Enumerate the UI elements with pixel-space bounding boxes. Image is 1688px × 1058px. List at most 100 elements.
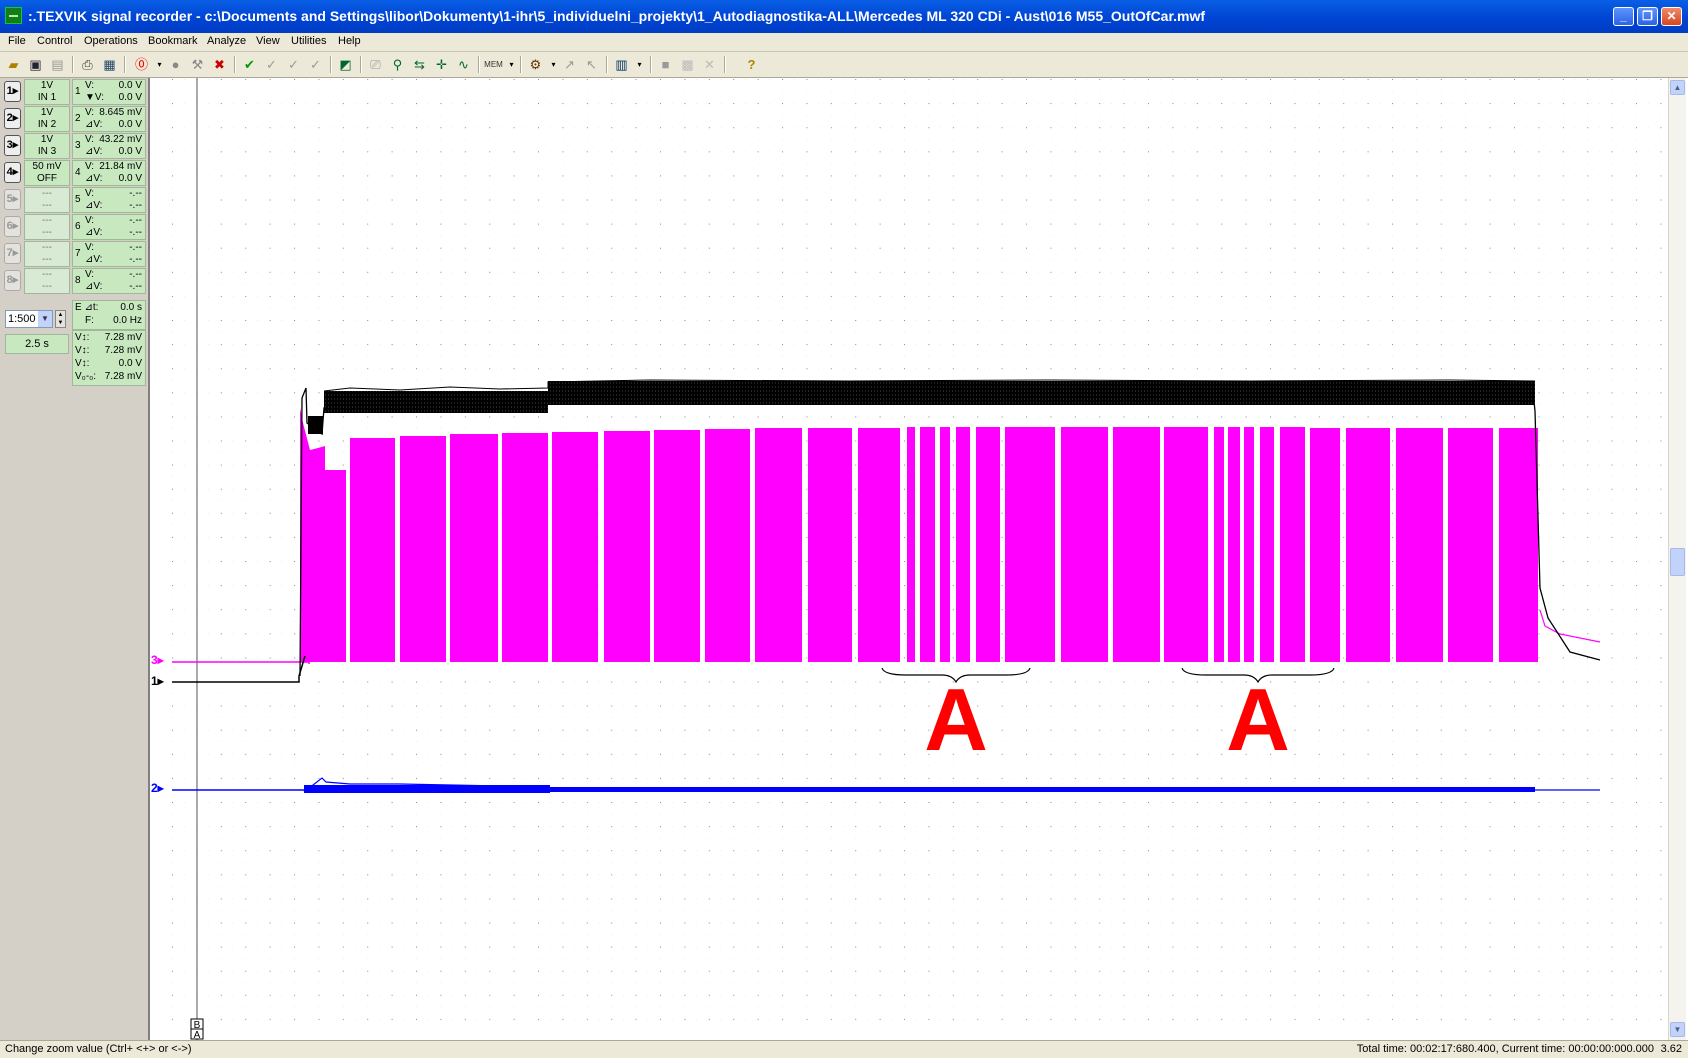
measure-dv-label: ⊿V:	[85, 281, 103, 292]
wave-analysis-icon[interactable]: ∿	[454, 55, 473, 74]
channel-1-label: 1	[6, 85, 13, 97]
scope-display[interactable]: 3▸ 1▸ 2▸ A A B A	[150, 78, 1668, 1040]
step-back-icon[interactable]: ↖	[582, 55, 601, 74]
timebase-value[interactable]: 2.5 s	[5, 334, 69, 354]
channel-1-button[interactable]: 1▸	[4, 81, 21, 102]
channel-3-range[interactable]: 1V IN 3	[24, 133, 70, 159]
menu-file[interactable]: File	[8, 35, 26, 47]
disabled-cross-icon[interactable]: ✕	[700, 55, 719, 74]
status-bar: Change zoom value (Ctrl+ <+> or <->) Tot…	[0, 1040, 1688, 1058]
cancel-tool-icon[interactable]: ✖	[210, 55, 229, 74]
menu-view[interactable]: View	[256, 35, 280, 47]
channel-7-range[interactable]: --- ---	[24, 241, 70, 267]
channel-4-button[interactable]: 4▸	[4, 162, 21, 183]
minimize-button[interactable]: _	[1613, 7, 1634, 26]
cursor-cross-icon[interactable]: ✛	[432, 55, 451, 74]
spin-up-icon[interactable]: ▲	[58, 312, 64, 318]
step-icon[interactable]: ↗	[560, 55, 579, 74]
channel-3-measure: 3 V: 43.22 mV ⊿V: 0.0 V	[72, 133, 146, 159]
volt-value: 0.0 V	[118, 358, 142, 369]
toolbar-separator	[520, 56, 522, 73]
channel-8-input: ---	[42, 281, 52, 292]
menu-control[interactable]: Control	[37, 35, 72, 47]
channel-2-button[interactable]: 2▸	[4, 108, 21, 129]
binoculars-icon[interactable]: ⚲	[388, 55, 407, 74]
export-icon[interactable]: ▦	[100, 55, 119, 74]
restore-button[interactable]: ❐	[1637, 7, 1658, 26]
channel-5-label: 5	[6, 193, 13, 205]
measure-num: 1	[75, 86, 81, 97]
dropdown-arrow-icon[interactable]: ▾	[630, 55, 649, 74]
channel-3-marker[interactable]: 3▸	[151, 653, 165, 667]
menu-analyze[interactable]: Analyze	[207, 35, 246, 47]
save-as-icon[interactable]: ▤	[48, 55, 67, 74]
scope-canvas[interactable]: 3▸ 1▸ 2▸ A A B A	[150, 78, 1668, 1040]
check-variant2-icon[interactable]: ✓	[284, 55, 303, 74]
channel-6-range[interactable]: --- ---	[24, 214, 70, 240]
measure-dv: -.--	[129, 200, 142, 211]
cursor-measure: E ⊿t: 0.0 s F: 0.0 Hz	[72, 300, 146, 330]
check-variant3-icon[interactable]: ✓	[306, 55, 325, 74]
measure-v-label: V:	[85, 242, 95, 253]
memory-icon[interactable]: MEM	[484, 55, 503, 74]
measure-v: -.--	[129, 269, 142, 280]
spin-down-icon[interactable]: ▼	[58, 320, 64, 326]
magenta-block	[350, 438, 395, 662]
vertical-scrollbar[interactable]: ▲ ▼	[1668, 78, 1686, 1040]
channel-8-button[interactable]: 8▸	[4, 270, 21, 291]
check-variant-icon[interactable]: ✓	[262, 55, 281, 74]
magenta-block	[858, 428, 900, 662]
channel-7-input: ---	[42, 254, 52, 265]
channel-2-marker[interactable]: 2▸	[151, 781, 165, 795]
channel-5-measure: 5 V: -.-- ⊿V: -.--	[72, 187, 146, 213]
channel-panel: 1▸ 1V IN 1 1 V: 0.0 V ▼V: 0.0 V 2▸ 1V IN 2…	[0, 78, 150, 1040]
measure-dv: -.--	[129, 281, 142, 292]
menu-help[interactable]: Help	[338, 35, 361, 47]
channel-4-range[interactable]: 50 mV OFF	[24, 160, 70, 186]
dropdown-arrow-icon[interactable]: ▾	[502, 55, 521, 74]
channel-2-range[interactable]: 1V IN 2	[24, 106, 70, 132]
magenta-block	[808, 428, 852, 662]
record-icon[interactable]: ●	[166, 55, 185, 74]
stop-square-icon[interactable]: ■	[656, 55, 675, 74]
print-icon[interactable]: ⎙	[78, 55, 97, 74]
measure-v-label: V:	[85, 134, 95, 145]
help-icon[interactable]: ?	[742, 55, 761, 74]
menu-bookmark[interactable]: Bookmark	[148, 35, 198, 47]
channel-8-range[interactable]: --- ---	[24, 268, 70, 294]
close-button[interactable]: ✕	[1661, 7, 1682, 26]
annotation-label-1: A	[924, 670, 988, 769]
measure-dv-label: ⊿V:	[85, 254, 103, 265]
channel-5-button[interactable]: 5▸	[4, 189, 21, 210]
zoom-spinner[interactable]: ▲ ▼	[55, 310, 66, 328]
menu-bar: File Control Operations Bookmark Analyze…	[0, 33, 1688, 52]
measure-v: 43.22 mV	[99, 134, 142, 145]
channel-5-range[interactable]: --- ---	[24, 187, 70, 213]
disabled-square-icon[interactable]: ▩	[678, 55, 697, 74]
channel-4-label: 4	[6, 166, 13, 178]
measure-num: 7	[75, 248, 81, 259]
check-icon[interactable]: ✔	[240, 55, 259, 74]
magenta-block	[1310, 428, 1340, 662]
print-preview-icon[interactable]: ⎚	[366, 55, 385, 74]
calendar-icon[interactable]: ▥	[612, 55, 631, 74]
scroll-thumb[interactable]	[1670, 548, 1685, 576]
chevron-down-icon[interactable]: ▼	[38, 311, 52, 327]
save-icon[interactable]: ▣	[26, 55, 45, 74]
channel-7-button[interactable]: 7▸	[4, 243, 21, 264]
scroll-down-button[interactable]: ▼	[1670, 1022, 1685, 1037]
channel-1-marker[interactable]: 1▸	[151, 674, 165, 688]
color-fill-icon[interactable]: ◩	[336, 55, 355, 74]
menu-operations[interactable]: Operations	[84, 35, 138, 47]
tool-icon[interactable]: ⚒	[188, 55, 207, 74]
menu-utilities[interactable]: Utilities	[291, 35, 326, 47]
settings-icon[interactable]: ⚙	[526, 55, 545, 74]
channel-3-button[interactable]: 3▸	[4, 135, 21, 156]
cursor-move-icon[interactable]: ⇆	[410, 55, 429, 74]
open-folder-icon[interactable]: ▰	[4, 55, 23, 74]
channel-6-button[interactable]: 6▸	[4, 216, 21, 237]
magenta-block	[1005, 427, 1055, 662]
stop-record-icon[interactable]: ⓪	[132, 55, 151, 74]
scroll-up-button[interactable]: ▲	[1670, 80, 1685, 95]
channel-1-range[interactable]: 1V IN 1	[24, 79, 70, 105]
